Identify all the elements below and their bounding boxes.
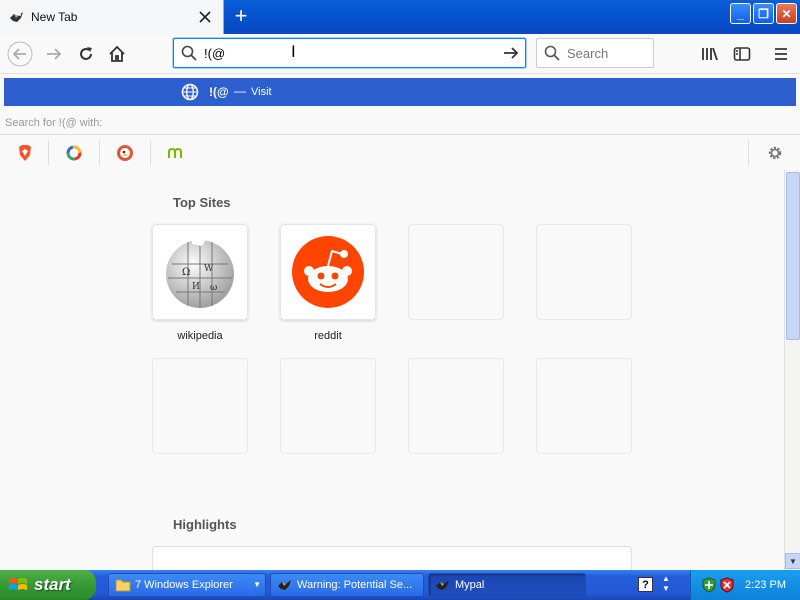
tab-title: New Tab	[31, 10, 78, 24]
tab-close-icon[interactable]	[195, 7, 215, 27]
suggestion-action-label: Visit	[251, 86, 272, 98]
svg-text:Ω: Ω	[182, 267, 190, 278]
taskbar-item-windows-explorer[interactable]: 7 Windows Explorer ▼	[108, 573, 266, 597]
duckduckgo-icon[interactable]	[114, 142, 136, 164]
svg-text:ω: ω	[210, 283, 217, 293]
taskbar-item-label: Warning: Potential Se...	[297, 579, 413, 591]
svg-text:W: W	[204, 264, 214, 274]
qwant-icon[interactable]	[63, 142, 85, 164]
top-site-tile-empty[interactable]	[280, 358, 376, 454]
back-arrow-icon	[7, 41, 33, 67]
top-site-tile-reddit[interactable]	[280, 224, 376, 320]
reload-button[interactable]	[72, 40, 100, 68]
visit-suggestion-row[interactable]: !(@ — Visit	[4, 78, 796, 106]
security-alert-shield-icon[interactable]	[719, 577, 735, 593]
scrollbar-thumb[interactable]	[786, 172, 800, 340]
help-icon[interactable]: ?	[638, 577, 653, 592]
new-tab-page: Top Sites Ω W И ω wikipedia reddit Highl…	[0, 170, 784, 570]
sidebar-icon	[733, 47, 751, 61]
forward-arrow-icon	[47, 48, 62, 60]
mypal-favicon-icon	[10, 12, 23, 22]
top-site-tile-empty[interactable]	[152, 358, 248, 454]
top-site-label: wikipedia	[177, 330, 223, 342]
new-tab-button[interactable]: +	[230, 5, 252, 27]
windows-taskbar: start 7 Windows Explorer ▼ Warning: Pote…	[0, 570, 800, 600]
group-chevron-down-icon: ▼	[253, 580, 261, 589]
taskbar-item-label: Mypal	[455, 579, 485, 591]
search-input[interactable]	[567, 46, 647, 61]
highlights-card[interactable]	[152, 546, 632, 570]
suggestion-separator: —	[234, 84, 246, 98]
url-autocomplete-popup: !(@ — Visit Search for !(@ with:	[0, 74, 800, 170]
network-shield-icon[interactable]	[701, 577, 717, 593]
mojeek-icon[interactable]	[164, 142, 186, 164]
highlights-heading: Highlights	[173, 517, 237, 532]
menu-button[interactable]	[769, 42, 793, 66]
forward-button[interactable]	[40, 40, 68, 68]
library-button[interactable]	[698, 42, 722, 66]
maximize-button[interactable]: ❐	[753, 3, 774, 24]
home-button[interactable]	[103, 40, 131, 68]
taskbar-item-mypal[interactable]: Mypal	[428, 573, 586, 597]
folder-icon	[115, 577, 131, 593]
taskbar-item-label: 7 Windows Explorer	[135, 579, 233, 591]
reload-icon	[80, 47, 92, 60]
taskbar-item-warning[interactable]: Warning: Potential Se...	[270, 573, 424, 597]
top-site-tile-empty[interactable]	[408, 224, 504, 320]
navigation-toolbar: !(@ Ⅰ	[0, 34, 800, 74]
search-box[interactable]	[536, 38, 654, 68]
start-button[interactable]: start	[0, 570, 96, 600]
title-bar: New Tab + _ ❐ ✕	[0, 0, 800, 34]
top-site-tile-empty[interactable]	[536, 224, 632, 320]
url-input-value[interactable]: !(@	[204, 46, 225, 61]
taskbar-clock[interactable]: 2:23 PM	[745, 579, 786, 591]
go-arrow-icon[interactable]	[502, 44, 520, 62]
minimize-button[interactable]: _	[730, 3, 751, 24]
top-site-tile-empty[interactable]	[408, 358, 504, 454]
search-settings-gear-icon[interactable]	[764, 142, 786, 164]
tab-new-tab[interactable]: New Tab	[0, 0, 224, 34]
top-site-tile-empty[interactable]	[536, 358, 632, 454]
search-engine-bar	[0, 134, 800, 170]
scroll-arrows-icon[interactable]: ▲ ▼	[662, 574, 670, 594]
hamburger-menu-icon	[775, 48, 787, 60]
text-cursor-icon: Ⅰ	[291, 44, 296, 61]
search-icon	[544, 45, 560, 61]
search-for-label: Search for !(@ with:	[5, 117, 103, 129]
sidebar-button[interactable]	[730, 42, 754, 66]
svg-text:И: И	[192, 282, 200, 292]
home-icon	[109, 45, 125, 62]
back-button[interactable]	[6, 40, 34, 68]
windows-flag-icon	[9, 578, 27, 590]
brave-icon[interactable]	[14, 142, 36, 164]
search-icon	[181, 45, 197, 61]
top-site-tile-wikipedia[interactable]: Ω W И ω	[152, 224, 248, 320]
wikipedia-icon: Ω W И ω	[166, 236, 234, 308]
globe-icon	[181, 83, 199, 101]
system-tray: 2:23 PM	[690, 570, 800, 600]
url-bar[interactable]: !(@ Ⅰ	[173, 38, 526, 68]
start-label: start	[34, 575, 71, 594]
top-site-label: reddit	[314, 330, 342, 342]
vertical-scrollbar[interactable]: ▼	[784, 170, 800, 570]
mypal-icon	[435, 577, 451, 593]
mypal-icon	[277, 577, 293, 593]
library-icon	[702, 47, 718, 61]
close-window-button[interactable]: ✕	[776, 3, 797, 24]
suggestion-text: !(@	[209, 85, 229, 99]
reddit-icon	[292, 236, 364, 308]
top-sites-heading: Top Sites	[173, 195, 231, 210]
scroll-down-arrow-icon[interactable]: ▼	[785, 553, 800, 569]
